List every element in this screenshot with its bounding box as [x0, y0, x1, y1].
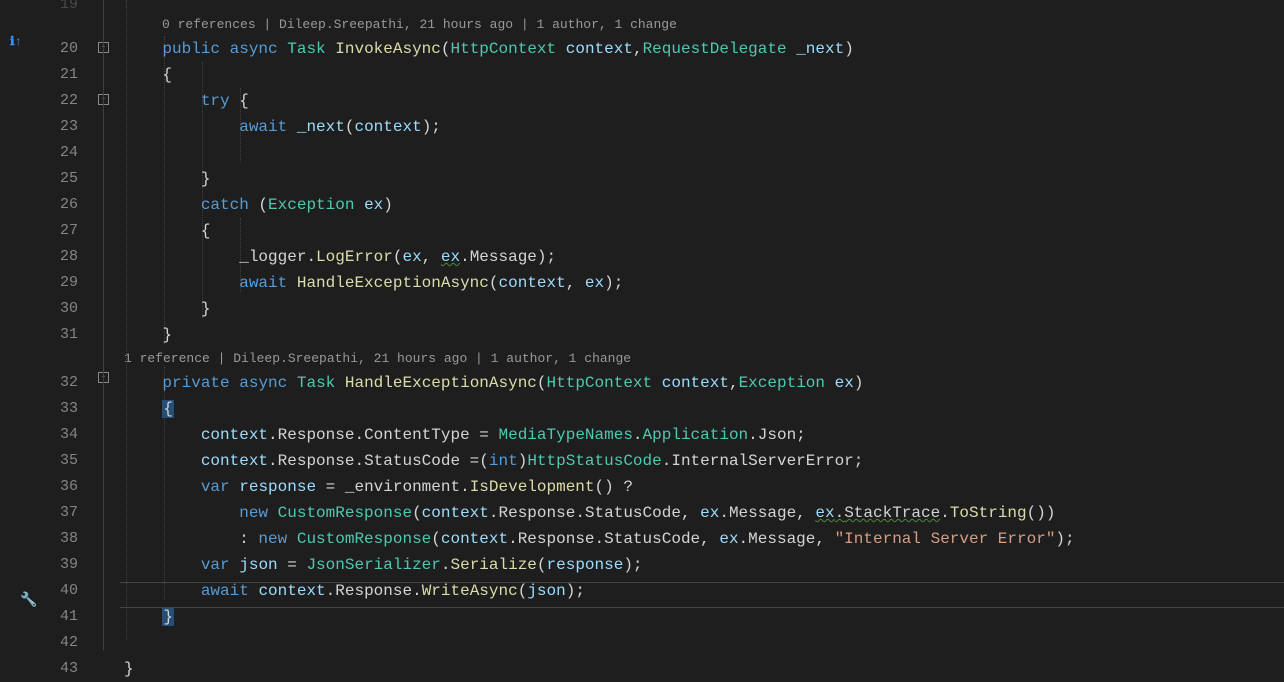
line-number: 41 [40, 604, 90, 630]
code-line[interactable]: catch (Exception ex) [124, 192, 1284, 218]
code-line[interactable]: context.Response.ContentType = MediaType… [124, 422, 1284, 448]
line-number: 22 [40, 88, 90, 114]
line-number: 26 [40, 192, 90, 218]
code-editor[interactable]: ℹ↑ 🔧 19 20 21 22 23 24 25 26 27 28 29 30… [0, 0, 1284, 670]
line-number: 42 [40, 630, 90, 656]
code-line[interactable]: private async Task HandleExceptionAsync(… [124, 370, 1284, 396]
line-number: 35 [40, 448, 90, 474]
line-number: 27 [40, 218, 90, 244]
line-number: 24 [40, 140, 90, 166]
code-line[interactable]: { [124, 218, 1284, 244]
line-number: 32 [40, 370, 90, 396]
line-number: 21 [40, 62, 90, 88]
wrench-icon[interactable]: 🔧 [20, 592, 36, 608]
code-line[interactable]: } [124, 166, 1284, 192]
line-number: 25 [40, 166, 90, 192]
line-number: 20 [40, 36, 90, 62]
line-number: 28 [40, 244, 90, 270]
code-line[interactable]: } [124, 604, 1284, 630]
line-number: 23 [40, 114, 90, 140]
codelens[interactable]: 0 references | Dileep.Sreepathi, 21 hour… [124, 14, 1284, 36]
line-number: 33 [40, 396, 90, 422]
code-line[interactable]: var response = _environment.IsDevelopmen… [124, 474, 1284, 500]
code-line[interactable]: await context.Response.WriteAsync(json); [124, 578, 1284, 604]
code-line[interactable]: var json = JsonSerializer.Serialize(resp… [124, 552, 1284, 578]
code-line[interactable]: { [124, 62, 1284, 88]
glyph-margin: ℹ↑ 🔧 [0, 0, 40, 670]
code-line[interactable]: } [124, 322, 1284, 348]
line-number: 36 [40, 474, 90, 500]
line-number-gutter: 19 20 21 22 23 24 25 26 27 28 29 30 31 3… [40, 0, 90, 670]
code-line[interactable]: await HandleExceptionAsync(context, ex); [124, 270, 1284, 296]
line-number: 39 [40, 552, 90, 578]
code-line[interactable]: public async Task InvokeAsync(HttpContex… [124, 36, 1284, 62]
line-number: 34 [40, 422, 90, 448]
line-number: 38 [40, 526, 90, 552]
code-line[interactable]: new CustomResponse(context.Response.Stat… [124, 500, 1284, 526]
line-number: 30 [40, 296, 90, 322]
fold-gutter: - - - [90, 0, 120, 670]
code-line[interactable]: } [124, 656, 1284, 682]
code-line[interactable]: } [124, 296, 1284, 322]
code-line[interactable]: await _next(context); [124, 114, 1284, 140]
line-number: 29 [40, 270, 90, 296]
code-content[interactable]: 0 references | Dileep.Sreepathi, 21 hour… [120, 0, 1284, 670]
code-line[interactable]: : new CustomResponse(context.Response.St… [124, 526, 1284, 552]
line-number: 40 [40, 578, 90, 604]
code-line[interactable]: context.Response.StatusCode =(int)HttpSt… [124, 448, 1284, 474]
line-number: 31 [40, 322, 90, 348]
code-line[interactable] [124, 630, 1284, 656]
line-number: 43 [40, 656, 90, 682]
code-line[interactable]: _logger.LogError(ex, ex.Message); [124, 244, 1284, 270]
code-line[interactable] [124, 140, 1284, 166]
line-number: 37 [40, 500, 90, 526]
line-number: 19 [40, 0, 90, 14]
code-line[interactable]: try { [124, 88, 1284, 114]
codelens[interactable]: 1 reference | Dileep.Sreepathi, 21 hours… [124, 348, 1284, 370]
code-line[interactable]: { [124, 396, 1284, 422]
info-icon[interactable]: ℹ↑ [10, 34, 26, 50]
